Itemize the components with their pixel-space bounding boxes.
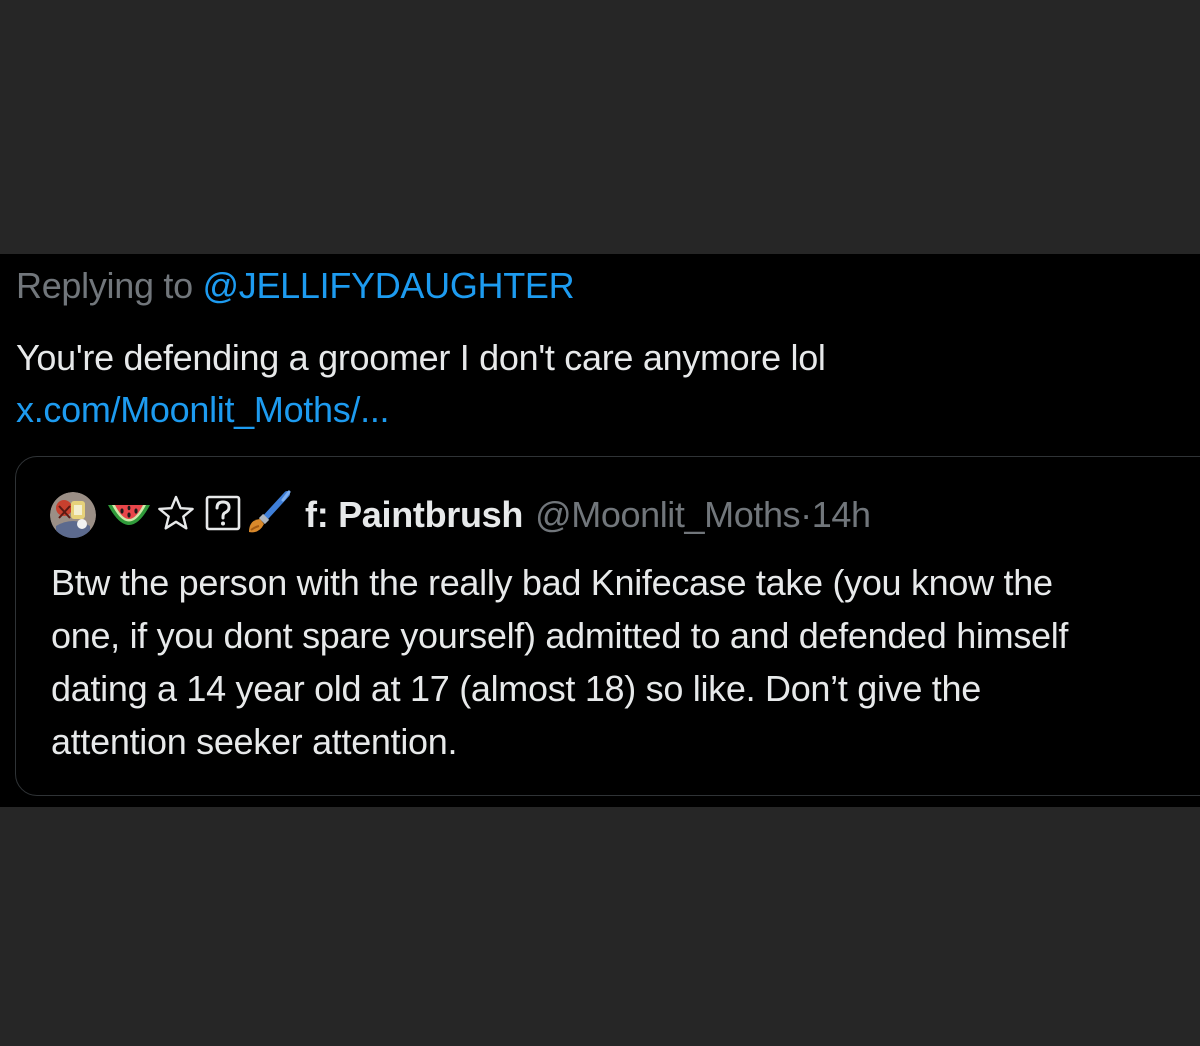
quoted-tweet-timestamp[interactable]: 14h <box>812 494 871 535</box>
reply-tweet-text: You're defending a groomer I don't care … <box>16 332 1176 436</box>
question-box-icon <box>205 495 241 536</box>
replying-to-handle-link[interactable]: @JELLIFYDAUGHTER <box>203 265 575 306</box>
quoted-text-line: attention seeker attention. <box>51 721 458 762</box>
quoted-tweet-link[interactable]: x.com/Moonlit_Moths/... <box>16 384 1176 436</box>
screenshot-stage: Replying to @JELLIFYDAUGHTER You're defe… <box>0 0 1200 1046</box>
quoted-tweet-text: Btw the person with the really bad Knife… <box>51 556 1200 768</box>
quoted-text-line: one, if you dont spare yourself) admitte… <box>51 615 1069 656</box>
avatar[interactable] <box>50 492 96 538</box>
quoted-text-line: Btw the person with the really bad Knife… <box>51 562 1053 603</box>
meta-separator: · <box>800 494 812 535</box>
star-outline-icon <box>157 494 195 537</box>
quoted-author-meta: @Moonlit_Moths·14h <box>535 494 871 536</box>
replying-to-line: Replying to @JELLIFYDAUGHTER <box>16 264 575 308</box>
reply-body-text: You're defending a groomer I don't care … <box>16 337 826 378</box>
paintbrush-icon <box>245 490 291 541</box>
watermelon-icon <box>105 493 153 538</box>
quoted-author-handle[interactable]: @Moonlit_Moths <box>535 494 800 535</box>
quoted-author-display-name[interactable]: f: Paintbrush <box>305 494 523 536</box>
replying-to-label: Replying to <box>16 265 193 306</box>
quoted-tweet-header: f: Paintbrush @Moonlit_Moths·14h <box>50 490 871 540</box>
quoted-text-line: dating a 14 year old at 17 (almost 18) s… <box>51 668 981 709</box>
